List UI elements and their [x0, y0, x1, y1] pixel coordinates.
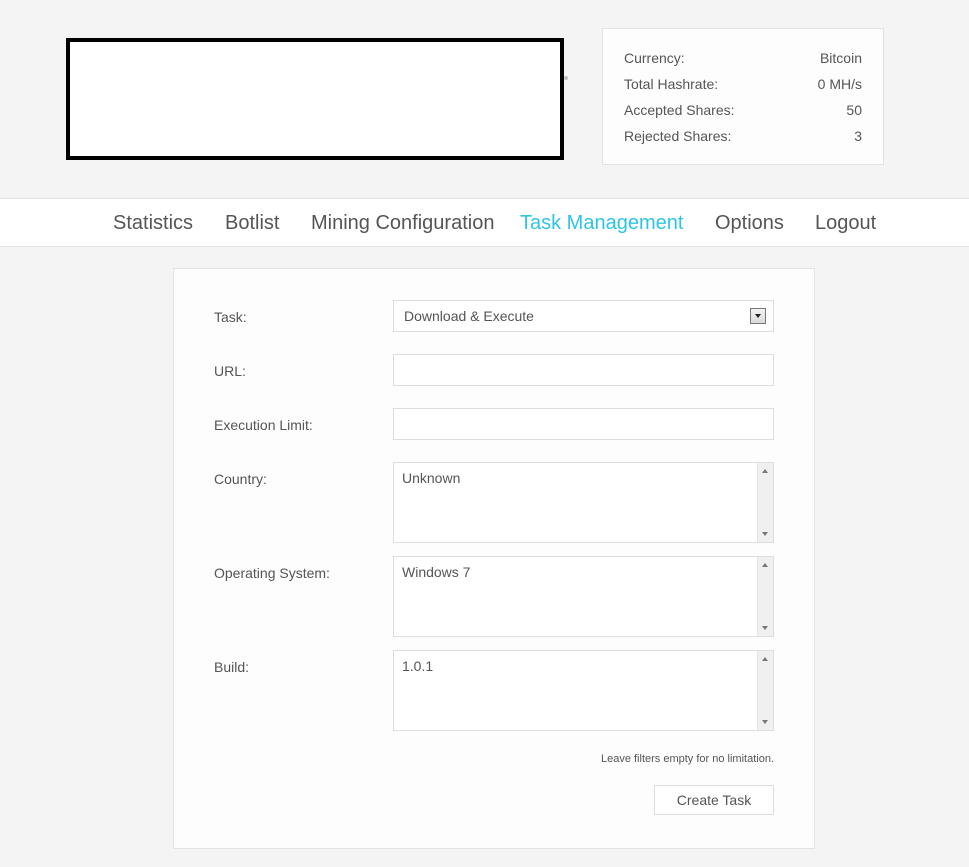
mining-stats-panel: Currency: Bitcoin Total Hashrate: 0 MH/s…	[602, 28, 884, 165]
stat-hashrate-label: Total Hashrate:	[624, 76, 719, 92]
operating-system-label: Operating System:	[214, 565, 330, 581]
nav-botlist[interactable]: Botlist	[225, 211, 279, 235]
url-input[interactable]	[393, 354, 774, 386]
os-scrollbar[interactable]	[757, 557, 773, 636]
task-select[interactable]: Download & Execute	[393, 300, 774, 332]
scroll-up-icon[interactable]	[762, 469, 768, 473]
nav-logout[interactable]: Logout	[815, 211, 876, 235]
chevron-down-icon[interactable]	[750, 308, 766, 324]
scroll-up-icon[interactable]	[762, 657, 768, 661]
stat-currency-label: Currency:	[624, 50, 685, 66]
stat-rejected-label: Rejected Shares:	[624, 128, 732, 144]
execution-limit-label: Execution Limit:	[214, 417, 313, 433]
nav-options[interactable]: Options	[715, 211, 784, 235]
country-label: Country:	[214, 471, 267, 487]
nav-statistics[interactable]: Statistics	[113, 211, 193, 235]
os-option-windows-7[interactable]: Windows 7	[402, 564, 470, 580]
country-scrollbar[interactable]	[757, 463, 773, 542]
stat-currency-value: Bitcoin	[819, 50, 862, 66]
task-form-panel: Task: Download & Execute URL: Execution …	[173, 268, 815, 849]
redacted-logo	[66, 38, 564, 160]
build-scrollbar[interactable]	[757, 651, 773, 730]
scroll-down-icon[interactable]	[762, 626, 768, 630]
scroll-down-icon[interactable]	[762, 720, 768, 724]
stat-hashrate-value: 0 MH/s	[817, 76, 862, 92]
stat-accepted-shares: Accepted Shares: 50	[624, 99, 862, 125]
stat-currency: Currency: Bitcoin	[624, 47, 862, 73]
execution-limit-input[interactable]	[393, 408, 774, 440]
build-label: Build:	[214, 659, 250, 675]
scroll-up-icon[interactable]	[762, 563, 768, 567]
stat-accepted-label: Accepted Shares:	[624, 102, 735, 118]
nav-mining-configuration[interactable]: Mining Configuration	[311, 211, 494, 235]
stat-accepted-value: 50	[846, 102, 862, 118]
main-nav: Statistics Botlist Mining Configuration …	[0, 198, 969, 247]
decorative-dot	[564, 76, 568, 80]
task-select-value: Download & Execute	[404, 308, 534, 324]
scroll-down-icon[interactable]	[762, 532, 768, 536]
build-listbox[interactable]: 1.0.1	[393, 650, 774, 731]
task-label: Task:	[214, 309, 247, 325]
country-listbox[interactable]: Unknown	[393, 462, 774, 543]
nav-task-management[interactable]: Task Management	[520, 211, 683, 235]
operating-system-listbox[interactable]: Windows 7	[393, 556, 774, 637]
build-option-1-0-1[interactable]: 1.0.1	[402, 658, 433, 674]
url-label: URL:	[214, 363, 246, 379]
stat-hashrate: Total Hashrate: 0 MH/s	[624, 73, 862, 99]
create-task-button[interactable]: Create Task	[654, 785, 774, 815]
country-option-unknown[interactable]: Unknown	[402, 470, 460, 486]
stat-rejected-shares: Rejected Shares: 3	[624, 125, 862, 151]
stat-rejected-value: 3	[854, 128, 862, 144]
filter-hint: Leave filters empty for no limitation.	[600, 753, 774, 765]
